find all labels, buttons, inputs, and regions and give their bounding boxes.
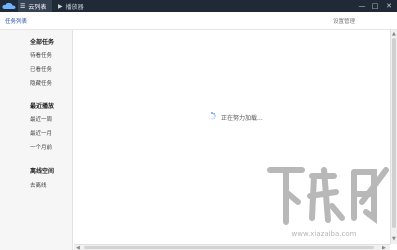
loading-text: 正在努力加载... [221, 115, 263, 122]
close-button[interactable]: ✕ [384, 1, 394, 11]
horizontal-scroll-thumb[interactable] [84, 246, 374, 249]
scroll-left-arrow-icon[interactable]: ◀ [76, 245, 80, 250]
tab-player-label: 播放器 [65, 3, 84, 11]
toolbar: 任务列表 设置管理 [0, 12, 397, 30]
list-icon: ☰ [20, 2, 26, 10]
svg-text:www.xiazaiba.com: www.xiazaiba.com [292, 230, 357, 238]
sidebar-section-all-tasks[interactable]: 全部任务 [30, 37, 54, 46]
tab-player[interactable]: ▶ 播放器 [56, 0, 96, 12]
minimize-button[interactable]: — [357, 1, 367, 11]
horizontal-scrollbar[interactable]: ◀ ▶ [74, 244, 390, 250]
sidebar-section-offline-space[interactable]: 离线空间 [30, 166, 54, 175]
sidebar-item-last-week[interactable]: 最近一周 [30, 115, 52, 123]
vertical-scroll-thumb[interactable] [392, 38, 396, 228]
sidebar-section-recent-play[interactable]: 最近播放 [30, 101, 54, 110]
play-icon: ▶ [58, 2, 63, 10]
tab-cloud-list[interactable]: ☰ 云列表 [18, 0, 52, 12]
scroll-up-arrow-icon[interactable]: ▲ [392, 31, 396, 37]
breadcrumb[interactable]: 任务列表 [5, 17, 27, 25]
sidebar-item-watched[interactable]: 已看任务 [30, 65, 52, 73]
scroll-down-arrow-icon[interactable]: ▼ [392, 236, 396, 242]
title-bar: ☰ 云列表 ▶ 播放器 — □ ✕ [0, 0, 397, 12]
sidebar-item-month-ago[interactable]: 一个月前 [30, 143, 52, 151]
sidebar-item-last-month[interactable]: 最近一月 [30, 129, 52, 137]
sidebar: 全部任务 待看任务 已看任务 隐藏任务 最近播放 最近一周 最近一月 一个月前 … [0, 30, 73, 250]
cloud-logo-icon [2, 2, 16, 9]
tab-cloud-list-label: 云列表 [28, 3, 47, 11]
sidebar-item-unwatched[interactable]: 待看任务 [30, 51, 52, 59]
loading-spinner-icon [208, 112, 216, 120]
sidebar-item-go-offline[interactable]: 去离线 [30, 181, 47, 189]
scroll-right-arrow-icon[interactable]: ▶ [382, 245, 386, 250]
sidebar-item-hidden[interactable]: 隐藏任务 [30, 79, 52, 87]
maximize-button[interactable]: □ [370, 1, 380, 11]
settings-link[interactable]: 设置管理 [333, 17, 355, 25]
watermark-logo: www.xiazaiba.com [267, 167, 389, 238]
